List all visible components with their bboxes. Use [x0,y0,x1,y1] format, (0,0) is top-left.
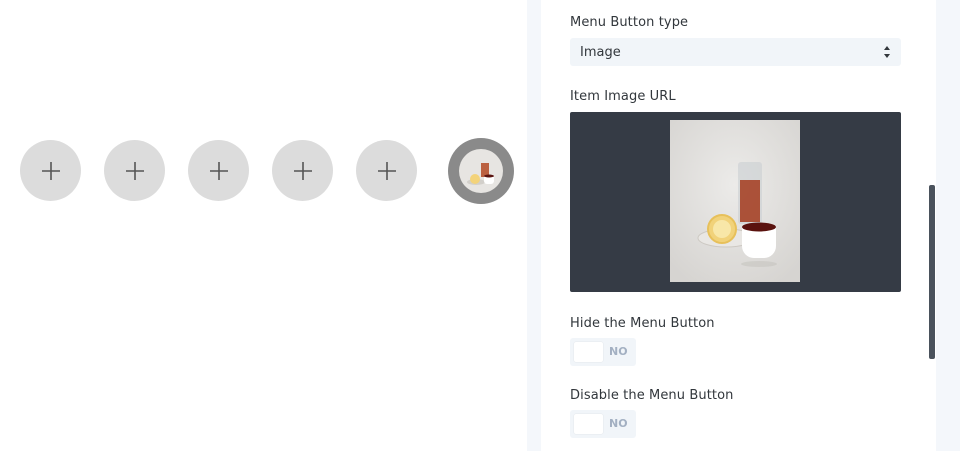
plus-icon [293,161,312,180]
image-menu-button[interactable] [448,138,514,204]
disable-menu-button-toggle[interactable]: NO [570,410,636,438]
add-menu-button[interactable] [356,140,417,201]
toggle-state: NO [609,345,628,358]
menu-button-type-label: Menu Button type [570,15,689,30]
toggle-knob [574,414,603,434]
select-arrows-icon [884,46,890,58]
add-menu-button[interactable] [188,140,249,201]
toggle-knob [574,342,603,362]
item-image-upload-field[interactable] [570,112,901,292]
hide-menu-button-toggle[interactable]: NO [570,338,636,366]
plus-icon [209,161,228,180]
plus-icon [125,161,144,180]
add-menu-button[interactable] [20,140,81,201]
panel-scrollbar[interactable] [929,185,935,359]
add-menu-button[interactable] [272,140,333,201]
plus-icon [377,161,396,180]
toggle-state: NO [609,417,628,430]
builder-canvas [0,0,527,451]
menu-button-type-select[interactable]: Image [570,38,901,66]
hide-menu-button-label: Hide the Menu Button [570,316,715,331]
menu-button-type-value: Image [580,44,621,60]
add-menu-button[interactable] [104,140,165,201]
menu-button-thumbnail [459,149,503,193]
plus-icon [41,161,60,180]
item-image-preview [670,120,800,282]
item-image-url-label: Item Image URL [570,89,676,104]
disable-menu-button-label: Disable the Menu Button [570,388,734,403]
